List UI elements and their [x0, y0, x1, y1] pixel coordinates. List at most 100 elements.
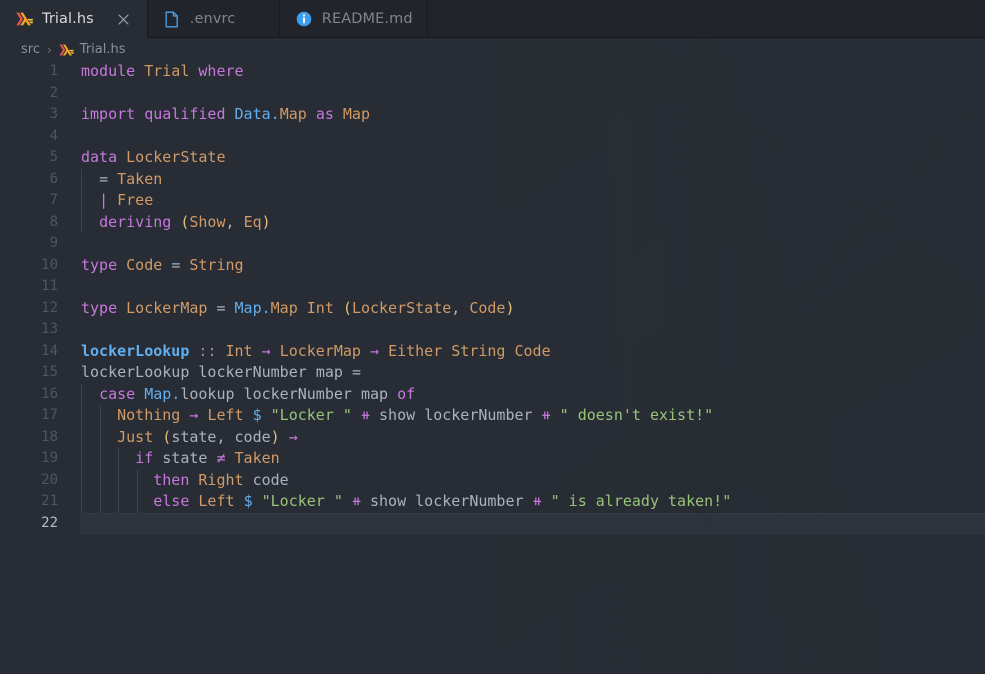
token-typ: LockerMap	[126, 298, 208, 317]
code-line[interactable]: 11	[0, 276, 985, 298]
code-line[interactable]: 15 lockerLookup lockerNumber map =	[0, 362, 985, 384]
line-content[interactable]: type LockerMap = Map.Map Int (LockerStat…	[58, 298, 515, 320]
token-kw: type	[81, 255, 118, 274]
code-lines[interactable]: 1 module Trial where 2 3 import qualified Da…	[0, 61, 985, 674]
line-content[interactable]: deriving (Show, Eq)	[58, 211, 271, 233]
code-line[interactable]: 12 type LockerMap = Map.Map Int (LockerSt…	[0, 298, 985, 320]
token-str: " doesn't exist!"	[559, 406, 714, 424]
line-text: Nothing → Left $ "Locker " ⧺ show locker…	[81, 406, 713, 424]
line-number: 14	[41, 342, 58, 359]
code-line[interactable]: 1 module Trial where	[0, 61, 985, 83]
token-typ: Code	[469, 298, 506, 317]
code-line[interactable]: 21 else Left $ "Locker " ⧺ show lockerNu…	[0, 491, 985, 513]
tab-trial-hs[interactable]: Trial.hs	[0, 0, 148, 38]
token-brk1: )	[261, 212, 271, 231]
code-line[interactable]: 7 | Free	[0, 190, 985, 212]
line-content[interactable]: | Free	[58, 190, 153, 212]
token-kw: data	[81, 148, 118, 166]
code-line[interactable]: 22	[0, 512, 985, 534]
code-line[interactable]: 5 data LockerState	[0, 147, 985, 169]
token-typ: String	[451, 341, 506, 360]
line-content[interactable]: then Right code	[58, 469, 289, 491]
line-content[interactable]: data LockerState	[58, 147, 226, 169]
line-content[interactable]: module Trial where	[58, 61, 244, 83]
code-line[interactable]: 2	[0, 83, 985, 105]
code-line[interactable]: 16 case Map.lookup lockerNumber map of	[0, 383, 985, 405]
line-number: 2	[49, 84, 58, 101]
line-number: 18	[41, 428, 58, 445]
line-number: 7	[49, 192, 58, 208]
line-content[interactable]: lockerLookup lockerNumber map =	[58, 362, 361, 384]
token-eq: =	[216, 298, 226, 317]
code-line[interactable]: 17 Nothing → Left $ "Locker " ⧺ show loc…	[0, 405, 985, 427]
line-content[interactable]: = Taken	[58, 168, 162, 190]
code-line[interactable]: 13	[0, 319, 985, 341]
code-line[interactable]: 18 Just (state, code) →	[0, 426, 985, 448]
line-content[interactable]: import qualified Data.Map as Map	[58, 104, 370, 126]
code-line[interactable]: 20 then Right code	[0, 469, 985, 491]
line-number: 17	[41, 407, 58, 423]
line-content[interactable]: Just (state, code) →	[58, 426, 298, 448]
token-typ: LockerMap	[279, 341, 361, 360]
tab-envrc[interactable]: .envrc	[148, 0, 280, 38]
code-line[interactable]: 3 import qualified Data.Map as Map	[0, 104, 985, 126]
token-brk1: (	[342, 298, 352, 317]
line-content[interactable]: type Code = String	[58, 255, 244, 277]
line-text: else Left $ "Locker " ⧺ show lockerNumbe…	[81, 492, 731, 510]
code-line[interactable]: 19 if state ≠ Taken	[0, 448, 985, 470]
code-line[interactable]: 8 deriving (Show, Eq)	[0, 211, 985, 233]
token: Map	[270, 298, 298, 317]
line-content[interactable]: case Map.lookup lockerNumber map of	[58, 383, 415, 405]
code-line[interactable]: 9	[0, 233, 985, 255]
code-line[interactable]: 14 lockerLookup :: Int → LockerMap → Eith…	[0, 341, 985, 363]
line-number: 9	[49, 235, 58, 251]
breadcrumb-item-trial-hs[interactable]: Trial.hs	[80, 42, 126, 57]
code-line[interactable]: 10 type Code = String	[0, 255, 985, 277]
token-str: "Locker "	[261, 492, 343, 510]
info-icon	[296, 11, 313, 28]
line-number: 6	[49, 170, 58, 187]
code-line[interactable]: 6 = Taken	[0, 168, 985, 190]
token-op: ≠	[216, 449, 226, 467]
tab-readme-md[interactable]: README.md	[280, 0, 428, 38]
token-var: show	[379, 406, 416, 424]
breadcrumb-item-src[interactable]: src	[21, 42, 40, 57]
code-line[interactable]: 4	[0, 126, 985, 148]
line-content[interactable]: Nothing → Left $ "Locker " ⧺ show locker…	[58, 405, 713, 427]
line-content[interactable]: lockerLookup :: Int → LockerMap → Either…	[58, 341, 551, 363]
line-content[interactable]: else Left $ "Locker " ⧺ show lockerNumbe…	[58, 491, 731, 513]
token-kw: case	[99, 384, 136, 403]
line-text: if state ≠ Taken	[81, 449, 280, 467]
code-editor[interactable]: 1 module Trial where 2 3 import qualified Da…	[0, 61, 985, 674]
function-name: lockerLookup	[81, 341, 190, 360]
token-typ: Eq	[243, 212, 262, 231]
line-content[interactable]: if state ≠ Taken	[58, 448, 280, 470]
tab-label: .envrc	[189, 11, 236, 27]
line-text: deriving (Show, Eq)	[81, 213, 271, 231]
line-text: | Free	[81, 191, 153, 209]
line-number: 1	[49, 63, 58, 79]
close-icon[interactable]	[115, 10, 133, 28]
token-var: lockerNumber	[415, 492, 524, 510]
